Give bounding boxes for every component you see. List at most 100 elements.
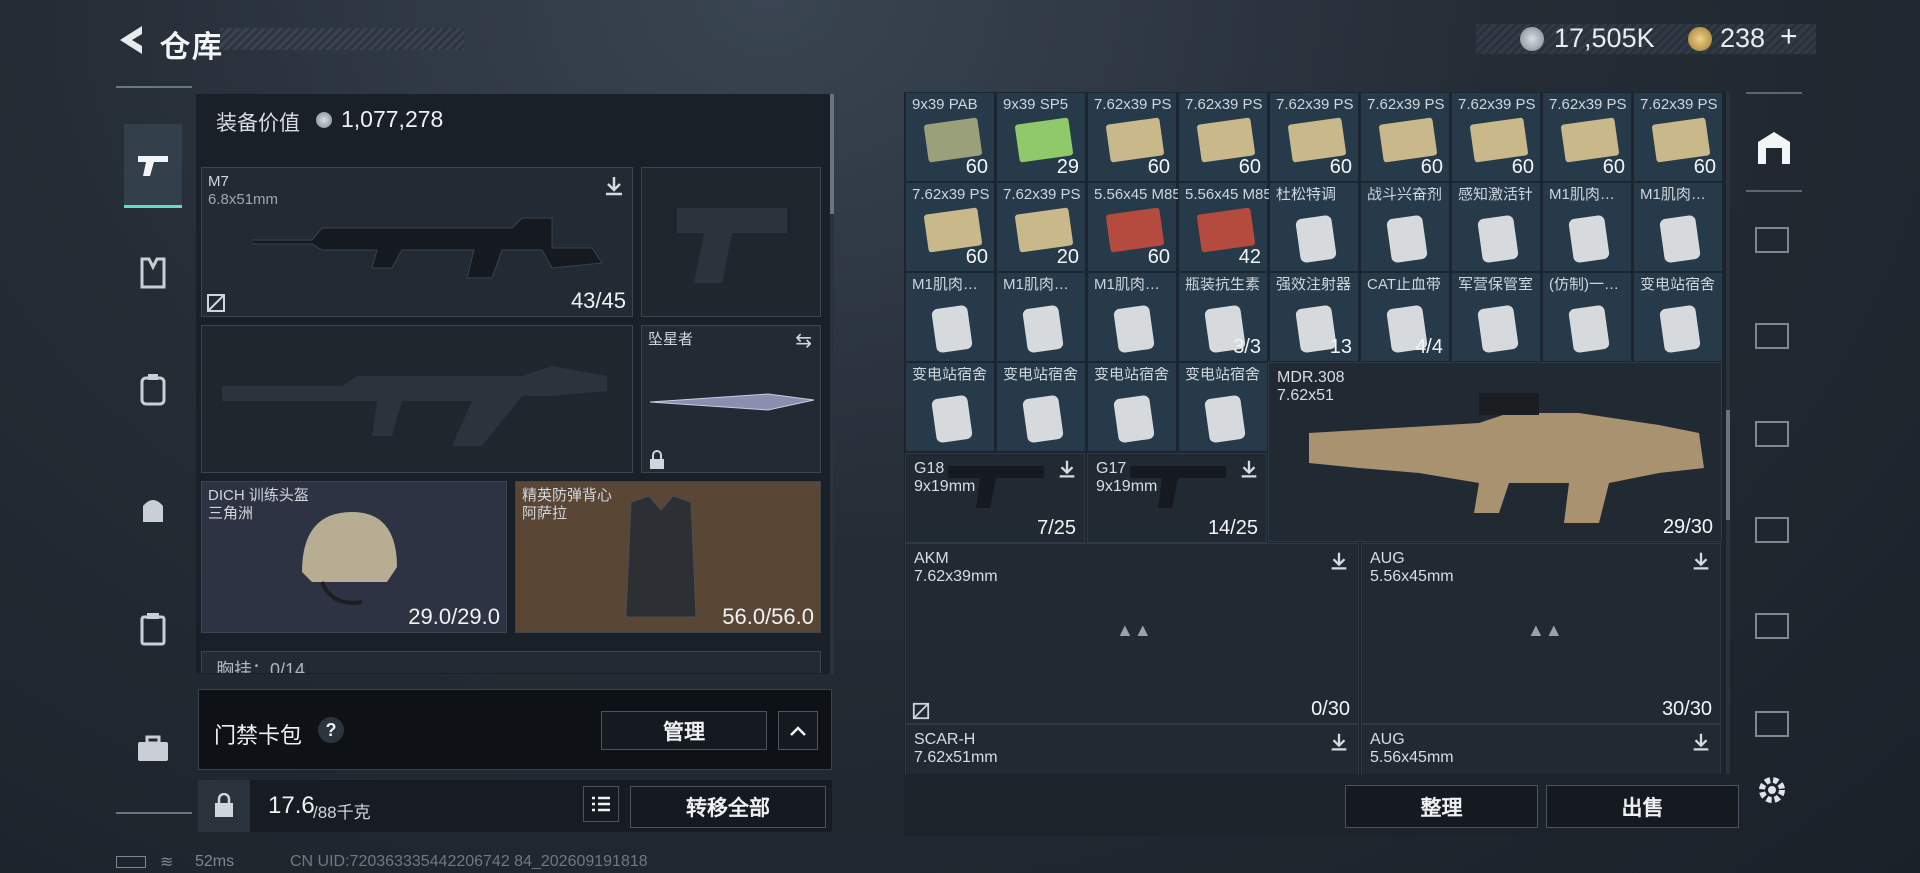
mdr-item[interactable]: MDR.308 7.62x51 29/30 <box>1268 362 1722 542</box>
grid-item[interactable]: 7.62x39 PS 60 <box>905 182 995 272</box>
rnav-tab-6[interactable] <box>1752 704 1792 744</box>
grid-item[interactable]: M1肌肉… <box>1087 272 1177 362</box>
helmet-slot[interactable]: DICH 训练头盔 三角洲 29.0/29.0 <box>201 481 507 633</box>
download-icon[interactable] <box>1056 458 1078 480</box>
grid-item[interactable]: 7.62x39 PS 60 <box>1542 92 1632 182</box>
melee-slot[interactable]: 坠星者 ⇆ <box>641 325 821 473</box>
secondary-weapon-slot[interactable] <box>201 325 633 473</box>
rnav-tab-2[interactable] <box>1752 316 1792 356</box>
grid-item[interactable]: M1肌肉… <box>905 272 995 362</box>
akm-item[interactable]: AKM 7.62x39mm ▲▲ 0/30 <box>905 543 1359 724</box>
grid-item[interactable]: M1肌肉… <box>996 272 1086 362</box>
warehouse-icon <box>1758 132 1790 164</box>
aug-item[interactable]: AUG 5.56x45mm ▲▲ 30/30 <box>1361 543 1721 724</box>
primary-weapon-slot[interactable]: M7 6.8x51mm 43/45 <box>201 167 633 317</box>
grid-item[interactable]: 杜松特调 <box>1269 182 1359 272</box>
item-name: M1肌肉… <box>912 277 978 293</box>
weight-value: 17.6 <box>268 792 315 819</box>
weight-lock[interactable] <box>198 780 250 832</box>
equipment-scroll-thumb[interactable] <box>830 94 834 214</box>
rnav-tab-5[interactable] <box>1752 606 1792 646</box>
settings-button[interactable] <box>1752 770 1792 810</box>
equip-value: 1,077,278 <box>341 106 444 132</box>
grid-item[interactable]: 强效注射器 13 <box>1269 272 1359 362</box>
sell-button[interactable]: 出售 <box>1546 785 1739 828</box>
add-currency-button[interactable]: + <box>1780 20 1798 54</box>
rnav-tab-4[interactable] <box>1752 510 1792 550</box>
manage-button[interactable]: 管理 <box>601 711 767 750</box>
transfer-all-button[interactable]: 转移全部 <box>630 786 826 828</box>
grid-item[interactable]: 7.62x39 PS 60 <box>1087 92 1177 182</box>
grid-scroll-thumb[interactable] <box>1726 410 1730 520</box>
rnav-storage[interactable] <box>1752 126 1796 170</box>
rnav-tab-1[interactable] <box>1752 220 1792 260</box>
list-view-button[interactable] <box>583 786 619 822</box>
nav-backpack[interactable] <box>124 360 182 418</box>
item-count: 60 <box>1329 156 1352 178</box>
grid-item[interactable]: 7.62x39 PS 60 <box>1178 92 1268 182</box>
grid-item[interactable]: 战斗兴奋剂 <box>1360 182 1450 272</box>
back-button[interactable] <box>116 22 152 58</box>
grid-item[interactable]: 变电站宿舍 <box>1178 362 1268 452</box>
item-name: 7.62x39 PS <box>1458 97 1536 113</box>
chest-rig-label: 胸挂：0/14 <box>216 660 306 673</box>
pistol-slot[interactable] <box>641 167 821 317</box>
item-name: AUG 5.56x45mm <box>1370 550 1454 585</box>
download-icon[interactable] <box>1328 731 1350 753</box>
consumable-icon <box>1295 214 1337 264</box>
back-arrow-icon <box>120 26 142 54</box>
item-name: AUG 5.56x45mm <box>1370 731 1454 766</box>
scar-item[interactable]: SCAR-H 7.62x51mm <box>905 724 1359 774</box>
gti-icon <box>1755 323 1789 349</box>
grid-item[interactable]: 7.62x39 PS 60 <box>1269 92 1359 182</box>
grid-item[interactable]: 军营保管室 <box>1451 272 1541 362</box>
grid-item[interactable]: 7.62x39 PS 60 <box>1360 92 1450 182</box>
aug-item[interactable]: AUG 5.56x45mm <box>1361 724 1721 774</box>
grid-item[interactable]: 瓶装抗生素 3/3 <box>1178 272 1268 362</box>
consumable-icon <box>1113 394 1155 444</box>
swap-icon[interactable]: ⇆ <box>795 328 812 353</box>
g18-item[interactable]: G18 9x19mm 7/25 <box>905 453 1085 543</box>
armor-slot[interactable]: 精英防弹背心 阿萨拉 56.0/56.0 <box>515 481 821 633</box>
help-icon[interactable]: ? <box>318 717 344 743</box>
nav-weapons[interactable] <box>124 124 182 208</box>
grid-item[interactable]: 感知激活针 <box>1451 182 1541 272</box>
download-icon[interactable] <box>1690 550 1712 572</box>
grid-item[interactable]: 9x39 PAB 60 <box>905 92 995 182</box>
rifle-silhouette <box>222 366 607 446</box>
grid-item[interactable]: CAT止血带 4/4 <box>1360 272 1450 362</box>
grid-item[interactable]: 7.62x39 PS 20 <box>996 182 1086 272</box>
grid-item[interactable]: M1肌肉… <box>1542 182 1632 272</box>
nav-divider <box>116 812 192 814</box>
nav-vest[interactable] <box>124 244 182 302</box>
download-icon[interactable] <box>1328 550 1350 572</box>
grid-item[interactable]: 变电站宿舍 <box>996 362 1086 452</box>
gti-icon <box>1755 421 1789 447</box>
grid-item[interactable]: M1肌肉… <box>1633 182 1723 272</box>
download-icon[interactable] <box>1690 731 1712 753</box>
chest-rig-slot[interactable]: 胸挂：0/14 <box>201 651 821 673</box>
grid-item[interactable]: 9x39 SP5 29 <box>996 92 1086 182</box>
item-name: M1肌肉… <box>1549 187 1615 203</box>
grid-item[interactable]: 7.62x39 PS 60 <box>1451 92 1541 182</box>
nav-pouch[interactable] <box>124 480 182 538</box>
item-name: 7.62x39 PS <box>1549 97 1627 113</box>
helmet-sub: 三角洲 <box>208 505 254 522</box>
grid-item[interactable]: 5.56x45 M855 60 <box>1087 182 1178 272</box>
grid-item[interactable]: 5.56x45 M855 42 <box>1178 182 1269 272</box>
item-name: CAT止血带 <box>1367 277 1441 293</box>
nav-storage[interactable] <box>124 720 182 778</box>
grid-item[interactable]: 变电站宿舍 <box>905 362 995 452</box>
grid-item[interactable]: 7.62x39 PS 60 <box>1633 92 1723 182</box>
grid-item[interactable]: (仿制)一… <box>1542 272 1632 362</box>
download-icon[interactable] <box>1238 458 1260 480</box>
item-name: 9x39 SP5 <box>1003 97 1069 113</box>
g17-item[interactable]: G17 9x19mm 14/25 <box>1087 453 1267 543</box>
nav-safebox[interactable] <box>124 600 182 658</box>
grid-item[interactable]: 变电站宿舍 <box>1087 362 1177 452</box>
sort-button[interactable]: 整理 <box>1345 785 1538 828</box>
rnav-tab-3[interactable] <box>1752 414 1792 454</box>
grid-item[interactable]: 变电站宿舍 <box>1633 272 1723 362</box>
title-decoration <box>220 28 464 50</box>
collapse-button[interactable] <box>778 711 818 750</box>
